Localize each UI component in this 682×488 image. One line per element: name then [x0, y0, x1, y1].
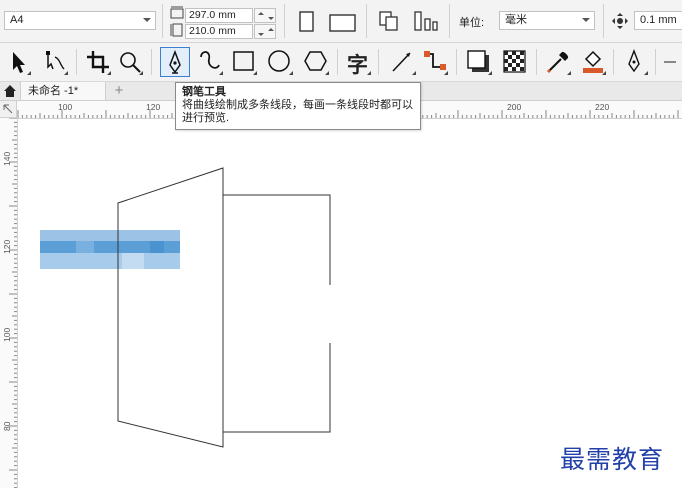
drawing-shapes: [40, 167, 331, 448]
page-width-value: 297.0 mm: [189, 9, 236, 21]
flyout-indicator: [444, 71, 448, 75]
text-tool-button[interactable]: 字: [343, 47, 373, 77]
dimension-tool-button[interactable]: [388, 47, 418, 77]
portrait-orientation-icon[interactable]: [297, 10, 317, 34]
chevron-down-icon: [143, 18, 151, 22]
ruler-label: 100: [58, 102, 73, 112]
divider: [613, 49, 614, 75]
pen-nib-icon: [169, 49, 181, 74]
flyout-indicator: [367, 71, 371, 75]
polygon-tool-button[interactable]: [301, 47, 331, 77]
divider: [337, 49, 338, 75]
drawing-canvas[interactable]: [18, 119, 682, 488]
flyout-indicator: [253, 71, 257, 75]
current-page-icon[interactable]: [412, 9, 440, 33]
divider: [536, 49, 537, 75]
ruler-label: 220: [595, 102, 610, 112]
divider: [366, 4, 367, 38]
open-frame-bottom[interactable]: [223, 343, 331, 433]
units-select[interactable]: 毫米: [499, 11, 595, 30]
divider: [151, 49, 152, 75]
ruler-label: 100: [2, 327, 12, 342]
drop-shadow-tool-button[interactable]: [464, 47, 494, 77]
landscape-orientation-icon[interactable]: [328, 12, 358, 34]
divider: [603, 4, 604, 38]
vertical-ruler[interactable]: 140 120 100 80: [0, 118, 18, 488]
shape-tool-button[interactable]: [40, 47, 70, 77]
property-bar: A4 297.0 mm 210.0 mm 单位: 毫米 0.1 mm: [0, 0, 682, 43]
page-height-icon: [170, 23, 183, 37]
new-tab-button[interactable]: +: [111, 83, 127, 99]
ruler-label: 200: [507, 102, 522, 112]
page-size-value: A4: [10, 14, 24, 26]
page-width-icon: [170, 6, 184, 19]
rectangle-tool-button[interactable]: [229, 47, 259, 77]
page-width-field[interactable]: 297.0 mm: [185, 8, 253, 23]
flyout-indicator: [325, 71, 329, 75]
trapezoid-shape[interactable]: [117, 167, 224, 448]
flyout-indicator: [64, 71, 68, 75]
eyedropper-tool-button[interactable]: [543, 47, 573, 77]
pen-tool-button[interactable]: [160, 47, 190, 77]
ruler-origin[interactable]: [0, 101, 17, 118]
zoom-tool-button[interactable]: [115, 47, 145, 77]
flyout-indicator: [412, 71, 416, 75]
tooltip-title: 钢笔工具: [182, 86, 226, 98]
freehand-tool-button[interactable]: [195, 47, 225, 77]
open-frame-top[interactable]: [223, 194, 331, 285]
flyout-indicator: [219, 71, 223, 75]
divider: [76, 49, 77, 75]
blurred-region: [40, 230, 180, 269]
divider: [378, 49, 379, 75]
divider: [162, 4, 163, 38]
nudge-distance-icon: [612, 13, 628, 29]
flyout-indicator: [139, 71, 143, 75]
watermark-text: 最需教育: [560, 445, 665, 474]
toolbox: 字: [0, 43, 682, 82]
flyout-indicator: [289, 71, 293, 75]
document-tab[interactable]: 未命名 -1*: [20, 82, 106, 100]
ruler-label: 120: [146, 102, 161, 112]
home-icon[interactable]: [3, 84, 17, 98]
divider: [449, 4, 450, 38]
flyout-indicator: [567, 71, 571, 75]
nudge-distance-field[interactable]: 0.1 mm: [634, 11, 682, 30]
checkerboard-icon: [503, 50, 526, 73]
flyout-indicator: [488, 71, 492, 75]
transparency-tool-button[interactable]: [500, 47, 530, 77]
nudge-distance-value: 0.1 mm: [640, 14, 677, 26]
document-tab-title: 未命名 -1*: [28, 85, 79, 97]
ellipse-tool-button[interactable]: [265, 47, 295, 77]
page-width-stepper[interactable]: [254, 8, 276, 23]
units-label: 单位:: [459, 17, 485, 29]
page-size-select[interactable]: A4: [4, 11, 156, 30]
flyout-indicator: [27, 71, 31, 75]
units-value: 毫米: [505, 14, 527, 26]
crop-tool-button[interactable]: [83, 47, 113, 77]
pick-tool-button[interactable]: [3, 47, 33, 77]
tooltip-description: 将曲线绘制成多条线段，每画一条线段时都可以进行预览.: [182, 99, 413, 124]
toolbar-overflow-icon[interactable]: [664, 61, 676, 63]
text-icon: 字: [347, 53, 368, 77]
flyout-indicator: [602, 71, 606, 75]
ruler-label: 140: [2, 151, 12, 166]
page-height-field[interactable]: 210.0 mm: [185, 24, 253, 39]
vertical-ruler-ticks: [9, 118, 17, 488]
page-height-value: 210.0 mm: [189, 25, 236, 37]
ruler-origin-icon: [3, 104, 13, 114]
flyout-indicator: [107, 71, 111, 75]
connector-tool-button[interactable]: [420, 47, 450, 77]
divider: [655, 49, 656, 75]
divider: [284, 4, 285, 38]
interactive-fill-tool-button[interactable]: [578, 47, 608, 77]
divider: [456, 49, 457, 75]
pen-tool-tooltip: 钢笔工具 将曲线绘制成多条线段，每画一条线段时都可以进行预览.: [175, 82, 421, 130]
outline-pen-tool-button[interactable]: [620, 47, 650, 77]
ruler-label: 120: [2, 239, 12, 254]
chevron-down-icon: [582, 18, 590, 22]
ruler-label: 80: [2, 421, 12, 431]
all-pages-icon[interactable]: [377, 9, 401, 33]
flyout-indicator: [644, 71, 648, 75]
page-height-stepper[interactable]: [254, 24, 276, 39]
